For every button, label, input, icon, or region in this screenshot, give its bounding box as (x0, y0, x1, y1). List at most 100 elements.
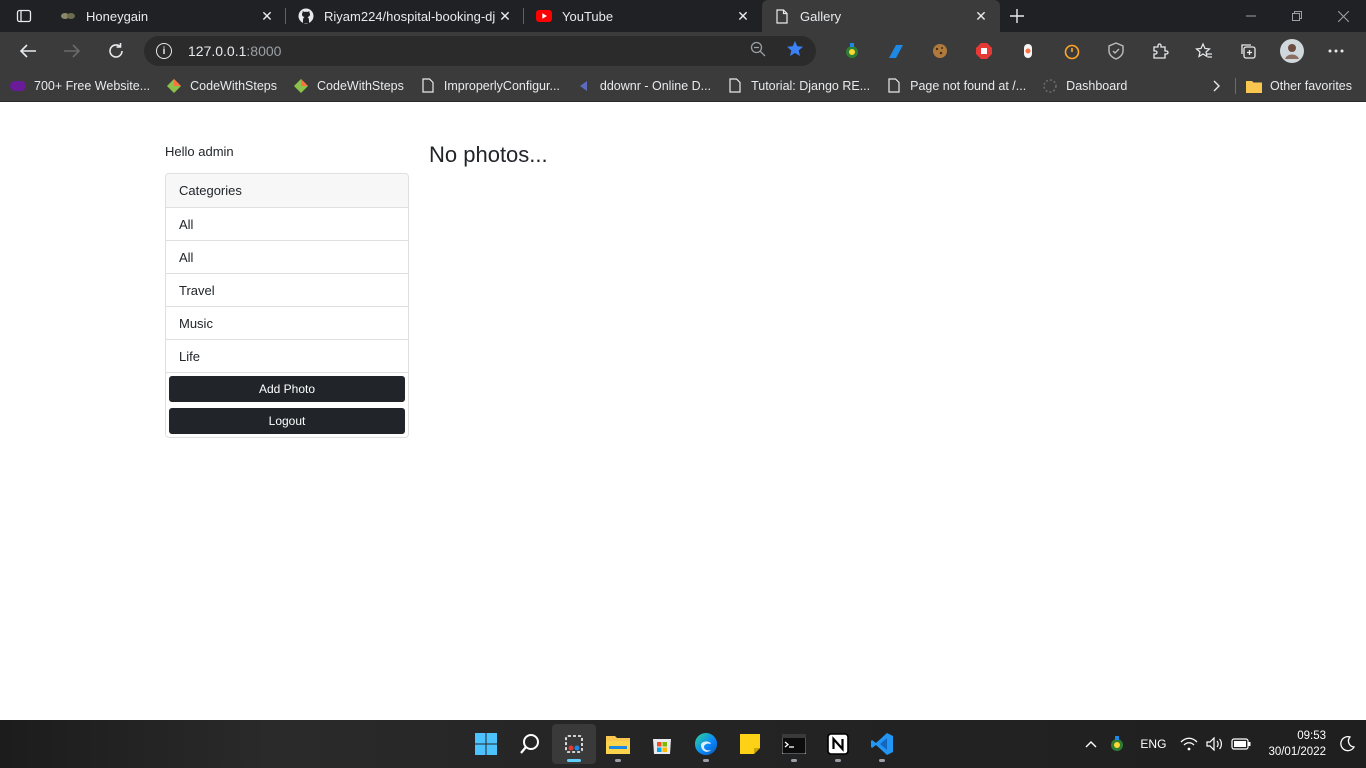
zoom-icon[interactable] (750, 41, 766, 62)
taskbar-file-explorer[interactable] (596, 724, 640, 764)
extension-cookie-icon[interactable] (918, 32, 962, 70)
bookmark-label: 700+ Free Website... (34, 78, 151, 93)
bookmarks-bar: 700+ Free Website... CodeWithSteps CodeW… (0, 70, 1366, 102)
tab-gallery[interactable]: Gallery ✕ (762, 0, 1000, 32)
url-text[interactable]: 127.0.0.1:8000 (188, 43, 281, 59)
close-tab-icon[interactable]: ✕ (734, 7, 752, 25)
category-link[interactable]: All (166, 208, 408, 241)
page-title: No photos... (429, 142, 548, 167)
bookmark-item[interactable]: 700+ Free Website... (10, 78, 150, 94)
greeting-text: Hello admin (165, 144, 234, 159)
taskbar: ENG 09:53 30/01/2022 (0, 720, 1366, 768)
running-indicator (791, 759, 797, 762)
extension-stop-icon[interactable] (962, 32, 1006, 70)
tray-globe-icon[interactable] (1104, 736, 1130, 752)
bookmark-item[interactable]: Page not found at /... (886, 78, 1026, 94)
close-tab-icon[interactable]: ✕ (972, 7, 990, 25)
tab-github[interactable]: Riyam224/hospital-booking-dj ✕ (286, 0, 524, 32)
extensions-puzzle-icon[interactable] (1138, 32, 1182, 70)
minimize-button[interactable] (1228, 0, 1274, 32)
close-tab-icon[interactable]: ✕ (258, 7, 276, 25)
arrow-left-icon (19, 44, 36, 58)
restore-button[interactable] (1274, 0, 1320, 32)
tab-actions-button[interactable] (0, 0, 48, 32)
logout-button[interactable]: Logout (169, 408, 405, 434)
colorlib-icon (10, 78, 26, 94)
extensions-bar (830, 32, 1358, 70)
add-photo-button[interactable]: Add Photo (169, 376, 405, 402)
running-indicator (567, 759, 581, 762)
refresh-button[interactable] (94, 32, 138, 70)
address-bar[interactable]: i 127.0.0.1:8000 (144, 36, 816, 66)
extension-timer-icon[interactable] (1050, 32, 1094, 70)
site-info-icon[interactable]: i (156, 43, 172, 59)
terminal-icon (782, 734, 806, 754)
running-indicator (703, 759, 709, 762)
page-icon (420, 78, 436, 94)
profile-avatar[interactable] (1270, 32, 1314, 70)
bookmark-item[interactable]: ddownr - Online D... (576, 78, 711, 94)
category-link[interactable]: Life (166, 340, 408, 373)
category-link[interactable]: All (166, 241, 408, 274)
favorites-icon[interactable] (1182, 32, 1226, 70)
bookmark-item[interactable]: Tutorial: Django RE... (727, 78, 870, 94)
category-link[interactable]: Travel (166, 274, 408, 307)
search-button[interactable] (508, 724, 552, 764)
clock-date: 30/01/2022 (1268, 746, 1326, 758)
moon-icon[interactable] (1334, 736, 1360, 752)
taskbar-notion[interactable] (816, 724, 860, 764)
tab-youtube[interactable]: YouTube ✕ (524, 0, 762, 32)
language-indicator[interactable]: ENG (1140, 737, 1166, 751)
tab-strip: Honeygain ✕ Riyam224/hospital-booking-dj… (0, 0, 1366, 32)
extension-globe-icon[interactable] (830, 32, 874, 70)
taskbar-snipping-tool[interactable] (552, 724, 596, 764)
bookmark-label: CodeWithSteps (317, 78, 404, 93)
running-indicator (615, 759, 621, 762)
tab-title: Honeygain (86, 8, 149, 24)
clock[interactable]: 09:53 30/01/2022 (1268, 728, 1326, 760)
running-indicator (879, 759, 885, 762)
taskbar-edge[interactable] (684, 724, 728, 764)
extension-vscode-icon[interactable] (874, 32, 918, 70)
youtube-icon (536, 8, 552, 24)
store-icon (653, 739, 671, 754)
close-icon (1337, 10, 1349, 22)
battery-icon[interactable] (1228, 738, 1254, 750)
back-button[interactable] (6, 32, 50, 70)
extension-shield-icon[interactable] (1094, 32, 1138, 70)
taskbar-vscode[interactable] (860, 724, 904, 764)
chevron-up-icon[interactable] (1078, 740, 1104, 748)
bookmark-item[interactable]: CodeWithSteps (166, 78, 277, 94)
tab-actions-icon (16, 9, 32, 23)
start-button[interactable] (464, 724, 508, 764)
chevron-right-icon[interactable] (1213, 80, 1221, 92)
taskbar-sticky-notes[interactable] (728, 724, 772, 764)
close-tab-icon[interactable]: ✕ (496, 7, 514, 25)
tab-title: Riyam224/hospital-booking-dj (324, 8, 496, 24)
bookmark-label: ImproperlyConfigur... (443, 78, 560, 93)
bookmarks-overflow-area: Other favorites (1213, 70, 1352, 102)
volume-icon[interactable] (1202, 737, 1228, 751)
tab-honeygain[interactable]: Honeygain ✕ (48, 0, 286, 32)
bookmark-item[interactable]: Dashboard (1042, 78, 1127, 94)
bookmark-label: ddownr - Online D... (599, 78, 712, 93)
folder-icon (1246, 81, 1263, 93)
more-menu-icon[interactable] (1314, 32, 1358, 70)
collections-icon[interactable] (1226, 32, 1270, 70)
new-tab-button[interactable] (1000, 0, 1034, 32)
extension-mouse-icon[interactable] (1006, 32, 1050, 70)
favorite-star-icon[interactable] (786, 40, 804, 63)
forward-button[interactable] (50, 32, 94, 70)
page-icon (886, 78, 902, 94)
clock-time: 09:53 (1297, 730, 1326, 742)
category-link[interactable]: Music (166, 307, 408, 340)
other-favorites-label: Other favorites (1270, 79, 1352, 93)
taskbar-terminal[interactable] (772, 724, 816, 764)
other-favorites[interactable]: Other favorites (1246, 79, 1352, 93)
url-port: :8000 (246, 43, 282, 59)
close-window-button[interactable] (1320, 0, 1366, 32)
bookmark-item[interactable]: CodeWithSteps (293, 78, 404, 94)
bookmark-item[interactable]: ImproperlyConfigur... (420, 78, 560, 94)
taskbar-microsoft-store[interactable] (640, 724, 684, 764)
wifi-icon[interactable] (1176, 737, 1202, 751)
